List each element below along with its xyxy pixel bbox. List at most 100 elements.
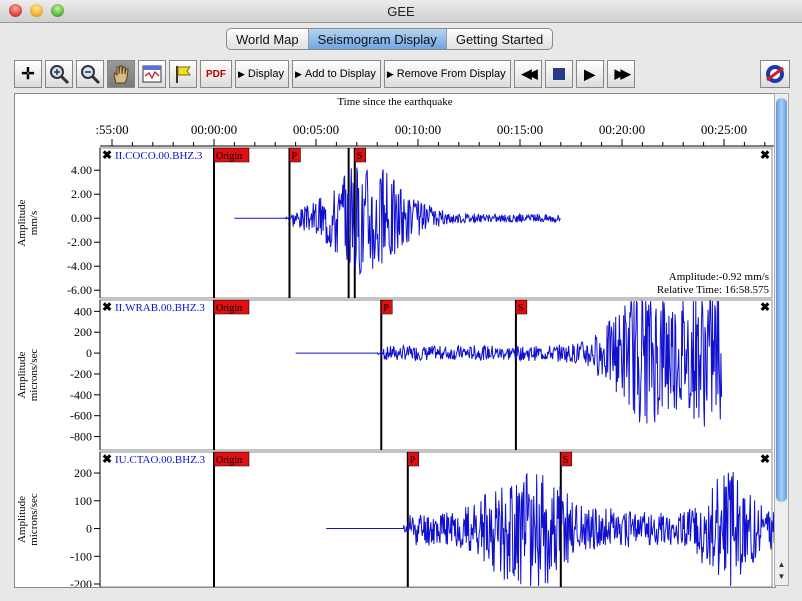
remove-from-display-label: Remove From Display — [396, 68, 506, 80]
vertical-scrollbar[interactable]: ▲ ▼ — [774, 93, 789, 586]
close-seismogram-icon[interactable]: ✖ — [760, 148, 770, 162]
flag-tool-button[interactable] — [169, 60, 197, 88]
remove-seismogram-icon[interactable]: ✖ — [102, 452, 112, 466]
amplitude-tick-label: 400 — [74, 304, 92, 318]
amplitude-label: Amplitude — [16, 351, 28, 398]
seismogram-rows: 4.002.000.00-2.00-4.00-6.00Amplitude mm/s… — [16, 147, 775, 587]
display-label: Display — [247, 68, 284, 80]
time-tick-label: 00:25:00 — [701, 122, 747, 137]
amplitude-tick-label: 2.00 — [71, 187, 92, 201]
phase-marker-label: S — [357, 151, 363, 162]
scroll-up-arrow[interactable]: ▲ — [775, 560, 788, 570]
remove-from-display-button[interactable]: ▶ Remove From Display — [383, 60, 511, 88]
phase-marker-label: Origin — [216, 151, 242, 162]
tab-bar: World Map Seismogram Display Getting Sta… — [226, 28, 554, 50]
fast-forward-button[interactable]: ▶▶ — [606, 60, 635, 88]
time-tick-label: 00:15:00 — [497, 122, 543, 137]
amplitude-readout: Amplitude:-0.92 mm/s — [669, 271, 769, 283]
seismogram-frame — [99, 451, 773, 587]
pdf-icon: PDF — [206, 68, 226, 80]
amplitude-tick-label: -400 — [70, 388, 92, 402]
play-small-icon: ▶ — [386, 68, 394, 79]
window-titlebar: GEE — [0, 0, 802, 23]
amplitude-unit-label: microns/sec — [28, 349, 40, 402]
amplitude-unit-label: mm/s — [28, 211, 40, 235]
window-icon — [142, 65, 162, 83]
zoom-in-icon — [50, 65, 70, 85]
amplitude-tick-label: -800 — [70, 430, 92, 444]
flag-icon — [176, 66, 191, 83]
play-button[interactable]: ▶ — [575, 60, 604, 88]
close-seismogram-icon[interactable]: ✖ — [760, 452, 770, 466]
seismogram-row[interactable]: 400 200 0 -200 -400 -600 -800 Amplitude microns/… — [16, 299, 773, 451]
amplitude-tick-label: -4.00 — [67, 259, 92, 273]
stop-icon — [552, 68, 565, 80]
hand-icon — [113, 65, 129, 84]
stop-button[interactable] — [544, 60, 573, 88]
time-tick-label: 00:00:00 — [191, 122, 237, 137]
seismogram-row[interactable]: 2001000-100-200Amplitude microns/sec✖ ✖IU.… — [16, 451, 775, 587]
display-button[interactable]: ▶ Display — [235, 60, 289, 88]
seismogram-panel[interactable]: Time since the earthquake :55:00 00:00:00… — [14, 93, 776, 588]
tab-world-map[interactable]: World Map — [227, 29, 309, 49]
zoom-out-icon — [81, 65, 101, 85]
drag-hand-button[interactable] — [107, 60, 135, 88]
station-name: IU.CTAO.00.BHZ.3 — [115, 454, 206, 466]
phase-marker-label: P — [410, 455, 416, 466]
rewind-button[interactable]: ◀◀ — [513, 60, 542, 88]
time-axis: :55:00 00:00:00 00:05:00 00:10:00 00:15:00 00… — [95, 122, 775, 147]
time-tick-label: 00:05:00 — [293, 122, 339, 137]
amplitude-tick-label: 200 — [74, 466, 92, 480]
relative-time-readout: Relative Time: 16:58.575 — [657, 284, 770, 296]
amplitude-tick-label: 0.00 — [71, 211, 92, 225]
time-tick-label: 00:10:00 — [395, 122, 441, 137]
phase-marker-label: P — [291, 151, 297, 162]
amplitude-label: Amplitude — [16, 496, 28, 543]
close-seismogram-icon[interactable]: ✖ — [760, 300, 770, 314]
zoom-out-button[interactable] — [76, 60, 104, 88]
phase-marker-label: S — [518, 303, 524, 314]
crosshair-tool-button[interactable]: ✛ — [14, 60, 42, 88]
amplitude-tick-label: -6.00 — [67, 283, 92, 297]
remove-seismogram-icon[interactable]: ✖ — [102, 300, 112, 314]
station-name: II.COCO.00.BHZ.3 — [115, 150, 203, 162]
amplitude-tick-label: -2.00 — [67, 235, 92, 249]
play-small-icon: ▶ — [295, 68, 302, 79]
seismogram-plot[interactable]: Time since the earthquake :55:00 00:00:00… — [15, 94, 775, 587]
play-small-icon: ▶ — [238, 68, 245, 79]
zoom-in-button[interactable] — [45, 60, 73, 88]
play-icon: ▶ — [584, 65, 595, 82]
seismogram-row[interactable]: 4.00 2.00 0.00 -2.00 -4.00 -6.00 Amplitude mm/s… — [16, 147, 773, 299]
amplitude-unit-label: microns/sec — [28, 493, 40, 546]
time-axis-title: Time since the earthquake — [337, 96, 452, 108]
scrollbar-thumb[interactable] — [776, 98, 787, 502]
amplitude-tick-label: 4.00 — [71, 163, 92, 177]
time-tick-label: 00:20:00 — [599, 122, 645, 137]
gee-logo-button[interactable] — [760, 60, 790, 88]
amplitude-tick-label: -600 — [70, 409, 92, 423]
gee-logo-icon — [766, 65, 784, 83]
scroll-down-arrow[interactable]: ▼ — [775, 572, 788, 582]
window-tool-button[interactable] — [138, 60, 166, 88]
window-title: GEE — [387, 4, 415, 19]
tab-getting-started[interactable]: Getting Started — [447, 29, 552, 49]
amplitude-tick-label: -200 — [70, 367, 92, 381]
tab-seismogram-display[interactable]: Seismogram Display — [308, 29, 447, 49]
crosshair-icon: ✛ — [21, 66, 35, 83]
pdf-export-button[interactable]: PDF — [200, 60, 232, 88]
add-to-display-button[interactable]: ▶ Add to Display — [292, 60, 381, 88]
toolbar: ✛ PDF ▶ Display ▶ Add to Display ▶ Remove F… — [14, 58, 638, 90]
station-name: II.WRAB.00.BHZ.3 — [115, 302, 205, 314]
amplitude-tick-label: -200 — [70, 577, 92, 587]
phase-marker-label: Origin — [216, 455, 242, 466]
amplitude-tick-label: 0 — [86, 346, 92, 360]
rewind-icon: ◀◀ — [521, 66, 538, 81]
fast-forward-icon: ▶▶ — [614, 66, 631, 81]
phase-marker-label: S — [563, 455, 569, 466]
amplitude-label: Amplitude — [16, 199, 28, 246]
amplitude-tick-label: -100 — [70, 549, 92, 563]
phase-marker-label: P — [383, 303, 389, 314]
remove-seismogram-icon[interactable]: ✖ — [102, 148, 112, 162]
time-tick-label: :55:00 — [95, 122, 128, 137]
phase-marker-label: Origin — [216, 303, 242, 314]
